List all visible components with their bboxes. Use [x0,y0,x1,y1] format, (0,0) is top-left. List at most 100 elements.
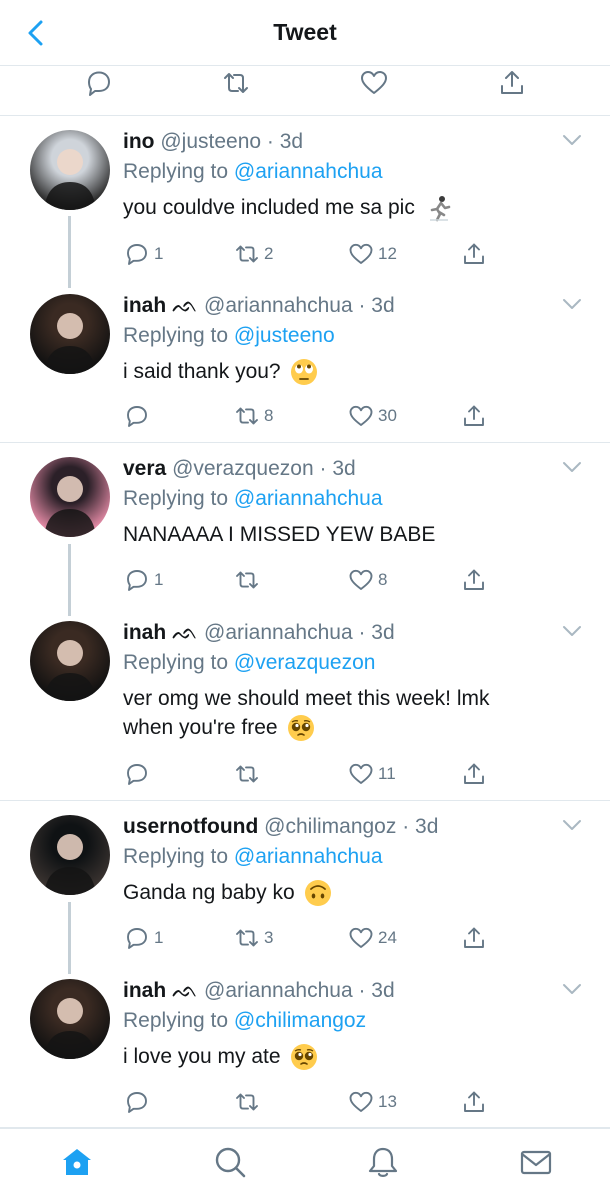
tweet-body: you couldve included me sa pic [123,193,563,222]
like-heart-icon[interactable] [359,68,389,98]
reply-icon [127,406,147,427]
share-button[interactable] [461,924,487,952]
tweet-text-line: ver omg we should meet this week! lmk [123,687,490,710]
replying-to-mention[interactable]: @ariannahchua [234,487,383,510]
retweet-button[interactable]: 3 [234,924,273,952]
conversation-divider [0,442,610,443]
share-button[interactable] [461,240,487,268]
like-count: 12 [378,244,397,263]
like-button[interactable]: 30 [348,402,397,430]
reply-icon[interactable] [84,68,114,98]
replying-to-mention[interactable]: @ariannahchua [234,160,383,183]
display-name[interactable]: inah [123,621,166,644]
retweet-button[interactable]: 2 [234,240,273,268]
chevron-down-icon[interactable] [560,132,584,148]
reply-button[interactable]: 1 [124,924,163,952]
chevron-down-icon[interactable] [560,459,584,475]
chevron-down-icon[interactable] [560,296,584,312]
avatar[interactable] [30,130,110,210]
reply-count: 1 [154,570,164,589]
like-heart-icon [349,927,373,948]
like-heart-icon [349,569,373,590]
like-button[interactable]: 13 [348,1088,397,1116]
bottom-tab-bar [0,1128,610,1200]
retweet-icon[interactable] [221,68,251,98]
tweet-text: you couldve included me sa pic [123,196,415,219]
separator-dot: · [352,979,372,1002]
share-icon [464,243,484,264]
replying-to-label: Replying to [123,160,234,183]
tweet-header: vera @verazquezon · 3d [123,457,356,481]
user-handle[interactable]: @ariannahchua [204,621,353,644]
share-button[interactable] [461,566,487,594]
reply-icon [127,244,147,265]
chevron-down-icon[interactable] [560,623,584,639]
retweet-button[interactable] [234,566,264,594]
tweet-header: usernotfound @chilimangoz · 3d [123,815,438,839]
display-name[interactable]: ino [123,130,155,153]
display-name[interactable]: inah [123,294,166,317]
timestamp: 3d [279,130,304,153]
reply-button[interactable] [124,402,154,430]
reply-count: 1 [154,928,164,947]
like-button[interactable]: 12 [348,240,397,268]
like-button[interactable]: 11 [348,760,396,788]
retweet-button[interactable]: 8 [234,402,273,430]
retweet-icon [236,765,258,783]
user-handle[interactable]: @ariannahchua [204,294,353,317]
tweet-body: ver omg we should meet this week! lmk whe… [123,684,563,742]
retweet-count: 2 [264,244,274,263]
replying-to: Replying to @verazquezon [123,651,375,675]
replying-to-mention[interactable]: @chilimangoz [234,1009,366,1032]
avatar[interactable] [30,621,110,701]
reply-button[interactable] [124,1088,154,1116]
like-count: 8 [378,570,388,589]
avatar[interactable] [30,979,110,1059]
replying-to-mention[interactable]: @justeeno [234,324,335,347]
display-name[interactable]: inah [123,979,166,1002]
name-badge: ᨒ [172,621,199,644]
tweet-header: inah ᨒ @ariannahchua · 3d [123,294,395,318]
like-button[interactable]: 24 [348,924,397,952]
reply-button[interactable]: 1 [124,240,163,268]
like-count: 24 [378,928,397,947]
separator-dot: · [352,294,372,317]
share-button[interactable] [461,1088,487,1116]
timestamp: 3d [371,979,395,1002]
replying-to-mention[interactable]: @verazquezon [234,651,376,674]
separator-dot: · [313,457,333,480]
retweet-button[interactable] [234,760,264,788]
like-count: 11 [378,764,396,783]
home-icon[interactable] [60,1145,94,1179]
avatar[interactable] [30,815,110,895]
chevron-down-icon[interactable] [560,817,584,833]
top-nav-bar: Tweet [0,0,610,66]
reply-button[interactable] [124,760,154,788]
share-icon [464,405,484,426]
user-handle[interactable]: @justeeno [160,130,261,153]
replying-to-mention[interactable]: @ariannahchua [234,845,383,868]
user-handle[interactable]: @verazquezon [172,457,314,480]
share-icon [464,1091,484,1112]
page-title: Tweet [273,19,337,45]
reply-button[interactable]: 1 [124,566,163,594]
search-icon[interactable] [213,1145,247,1179]
display-name[interactable]: usernotfound [123,815,258,838]
avatar[interactable] [30,457,110,537]
user-handle[interactable]: @chilimangoz [264,815,396,838]
share-icon [464,763,484,784]
user-handle[interactable]: @ariannahchua [204,979,353,1002]
chevron-down-icon[interactable] [560,981,584,997]
retweet-button[interactable] [234,1088,264,1116]
messages-mail-icon[interactable] [519,1145,553,1179]
like-button[interactable]: 8 [348,566,387,594]
avatar[interactable] [30,294,110,374]
tweet-actions: 11 [0,760,610,788]
notifications-bell-icon[interactable] [366,1145,400,1179]
reply-icon [127,570,147,591]
share-button[interactable] [461,760,487,788]
reply-tweet[interactable]: inah ᨒ @ariannahchua · 3d Replying to @ve… [0,621,610,761]
display-name[interactable]: vera [123,457,166,480]
share-button[interactable] [461,402,487,430]
share-icon[interactable] [497,68,527,98]
